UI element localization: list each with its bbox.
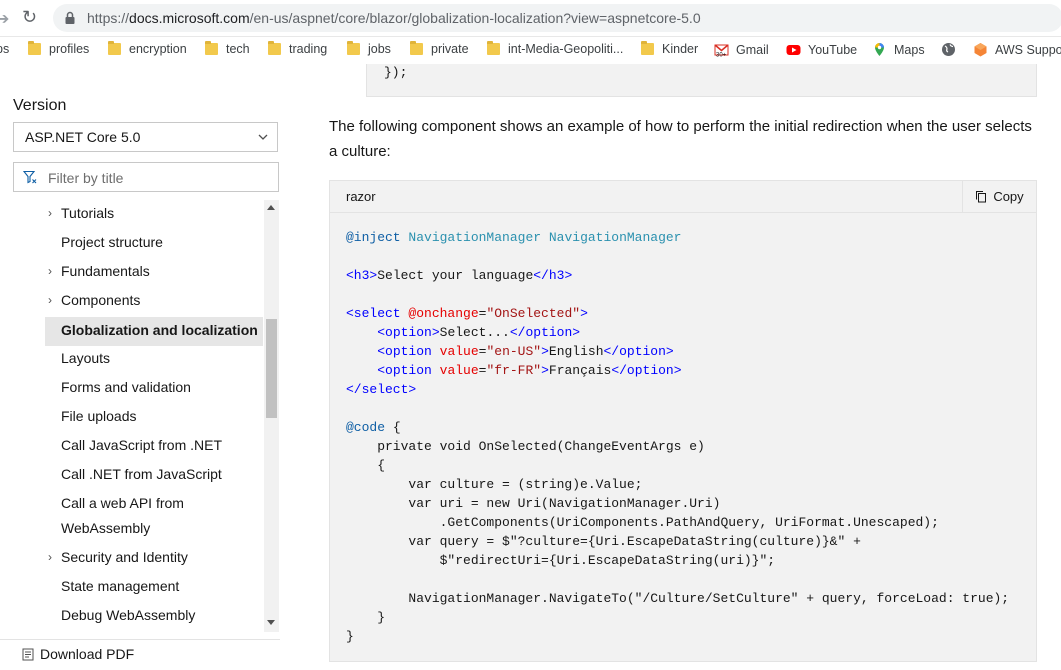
folder-icon [487,41,500,55]
url-text[interactable]: https://docs.microsoft.com/en-us/aspnet/… [87,10,701,26]
bookmark-youtube[interactable]: YouTube [786,42,857,57]
folder-icon [205,41,218,55]
code-block: razor Copy @inject NavigationManager Nav… [329,180,1037,662]
svg-text:30+: 30+ [716,53,727,58]
folder-icon [641,41,654,55]
version-selected-value: ASP.NET Core 5.0 [25,129,141,145]
table-of-contents: › Tutorials Project structure › Fundamen… [45,200,263,632]
previous-code-text: }); [384,65,408,80]
bookmark-ps[interactable]: ps [0,42,9,56]
toc-item-debug-webassembly[interactable]: Debug WebAssembly [45,603,263,628]
folder-icon [28,41,41,55]
chevron-down-icon [258,134,268,140]
toc-item-call-web-api-line2[interactable]: WebAssembly [45,516,263,541]
scrollbar-thumb[interactable] [266,319,277,418]
toc-item-call-js-from-dotnet[interactable]: Call JavaScript from .NET [45,433,263,458]
folder-icon [268,41,281,55]
folder-icon [347,41,360,55]
filter-icon [23,170,37,184]
download-pdf-link[interactable]: Download PDF [22,646,134,662]
bookmark-int-media[interactable]: int-Media-Geopoliti... [487,41,623,56]
gmail-icon: 30+ [714,44,729,58]
aws-cube-icon [974,43,987,57]
bookmark-trading[interactable]: trading [268,41,327,56]
toc-item-components[interactable]: › Components [45,288,263,313]
bookmark-maps[interactable]: Maps [872,42,925,57]
bookmark-profiles[interactable]: profiles [28,41,89,56]
chevron-right-icon[interactable]: › [48,201,52,226]
lock-icon[interactable] [63,11,77,25]
address-bar[interactable]: https://docs.microsoft.com/en-us/aspnet/… [53,4,1061,32]
bookmark-globe[interactable] [941,42,963,57]
chevron-right-icon[interactable]: › [48,545,52,570]
scroll-up-arrow-icon[interactable] [267,205,275,210]
url-host: docs.microsoft.com [129,10,250,26]
chevron-right-icon[interactable]: › [48,288,52,313]
globe-icon [942,43,955,56]
toc-item-security-identity[interactable]: › Security and Identity [45,545,263,570]
code-header: razor Copy [330,181,1036,213]
copy-icon [976,191,987,203]
previous-code-block-tail: }); [366,64,1037,97]
toc-item-file-uploads[interactable]: File uploads [45,404,263,429]
version-dropdown[interactable]: ASP.NET Core 5.0 [13,122,278,152]
youtube-icon [786,45,801,55]
scroll-down-arrow-icon[interactable] [267,620,275,625]
bookmark-jobs[interactable]: jobs [347,41,391,56]
folder-icon [410,41,423,55]
filter-by-title [13,162,279,192]
url-path: /en-us/aspnet/core/blazor/globalization-… [249,10,701,26]
bookmark-aws-support[interactable]: AWS Suppor [973,42,1061,57]
toc-item-globalization-localization[interactable]: Globalization and localization [45,317,263,346]
chevron-right-icon[interactable]: › [48,259,52,284]
toc-item-call-dotnet-from-js[interactable]: Call .NET from JavaScript [45,462,263,487]
toc-item-call-web-api[interactable]: Call a web API from [45,491,263,516]
folder-icon [108,41,121,55]
browser-toolbar: ➔ ↻ https://docs.microsoft.com/en-us/asp… [0,0,1061,37]
toc-item-tutorials[interactable]: › Tutorials [45,201,263,226]
copy-button[interactable]: Copy [962,181,1036,212]
intro-paragraph: The following component shows an example… [329,118,1032,160]
toc-scrollbar[interactable] [264,200,279,632]
toc-item-state-management[interactable]: State management [45,574,263,599]
bookmark-gmail[interactable]: 30+ Gmail [714,42,769,57]
reload-icon[interactable]: ↻ [22,7,37,28]
bookmarks-bar: ps profiles encryption tech trading jobs… [0,37,1061,64]
bookmark-encryption[interactable]: encryption [108,41,187,56]
copy-label: Copy [993,189,1024,204]
filter-input[interactable] [46,167,270,189]
bookmark-tech[interactable]: tech [205,41,250,56]
forward-arrow-icon[interactable]: ➔ [0,9,9,29]
bookmark-kinder[interactable]: Kinder [641,41,698,56]
maps-pin-icon [875,43,884,56]
toc-item-layouts[interactable]: Layouts [45,346,263,371]
bookmark-private[interactable]: private [410,41,469,56]
version-label: Version [13,97,67,114]
code-content: @inject NavigationManager NavigationMana… [346,230,1010,644]
toc-item-forms-and-validation[interactable]: Forms and validation [45,375,263,400]
code-language-label: razor [346,189,376,204]
toc-item-project-structure[interactable]: Project structure [45,230,263,255]
pdf-icon [22,648,34,660]
toc-item-fundamentals[interactable]: › Fundamentals [45,259,263,284]
divider [0,639,280,640]
url-prefix: https:// [87,10,130,26]
